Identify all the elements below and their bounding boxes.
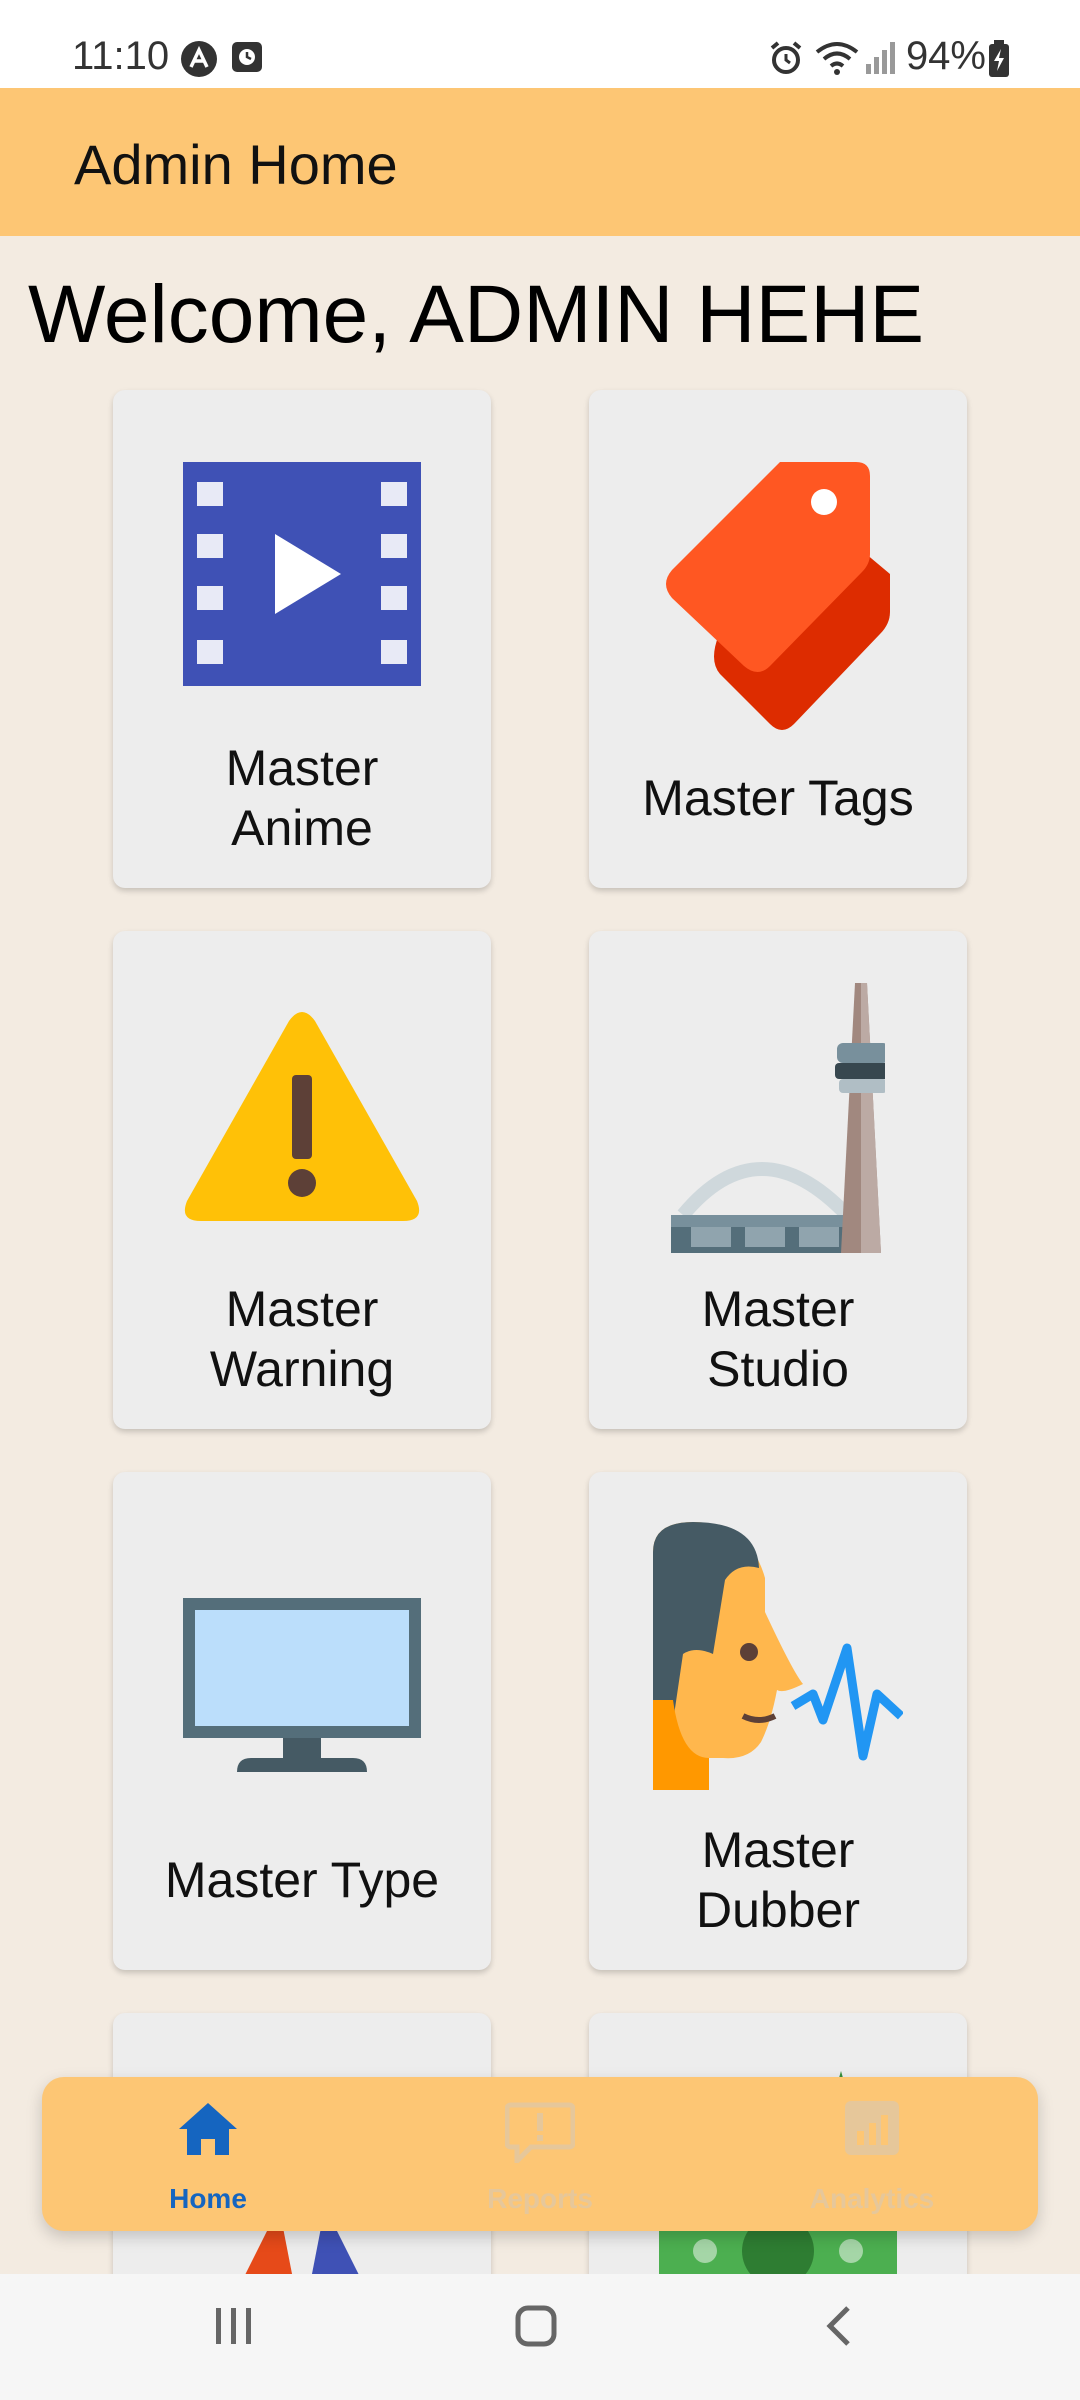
system-navigation-bar xyxy=(0,2274,1080,2400)
film-play-icon xyxy=(183,462,421,686)
alarm-icon xyxy=(770,41,802,74)
recent-apps-icon[interactable] xyxy=(214,2304,254,2348)
nav-reports-label: Reports xyxy=(487,2183,593,2214)
back-icon[interactable] xyxy=(822,2304,854,2348)
master-type-label: Master Type xyxy=(164,1852,440,1908)
nav-home-label: Home xyxy=(169,2183,247,2214)
welcome-heading: Welcome, ADMIN HEHE xyxy=(28,269,925,360)
master-studio-label: Master Studio xyxy=(701,1281,855,1397)
report-icon xyxy=(505,2102,575,2163)
app-bar: Admin Home xyxy=(0,88,1080,236)
clock-app-icon xyxy=(232,42,262,72)
warning-icon xyxy=(184,1012,420,1221)
battery-percent: 94% xyxy=(905,34,986,78)
home-icon xyxy=(179,2103,237,2155)
master-type-card[interactable]: Master Type xyxy=(113,1472,491,1970)
battery-charging-icon xyxy=(989,40,1009,77)
nav-analytics[interactable]: Analytics xyxy=(706,2077,1038,2231)
master-studio-card[interactable]: Master Studio xyxy=(589,931,967,1429)
master-warning-card[interactable]: Master Warning xyxy=(113,931,491,1429)
voice-actor-icon xyxy=(653,1522,903,1790)
master-tags-label: Master Tags xyxy=(642,770,914,826)
wifi-icon xyxy=(815,42,859,75)
stadium-tower-icon xyxy=(671,983,885,1253)
home-button-icon[interactable] xyxy=(514,2304,558,2348)
master-anime-label: Master Anime xyxy=(225,740,379,856)
status-bar: 11:10 94% xyxy=(0,0,1080,88)
status-time: 11:10 xyxy=(72,34,170,78)
analytics-icon xyxy=(845,2101,899,2155)
master-anime-card[interactable]: Master Anime xyxy=(113,390,491,888)
tags-icon xyxy=(666,462,890,730)
master-dubber-card[interactable]: Master Dubber xyxy=(589,1472,967,1970)
signal-icon xyxy=(866,42,895,74)
master-dubber-label: Master Dubber xyxy=(696,1822,860,1938)
bottom-navigation: Home Reports Analytics xyxy=(42,2077,1038,2231)
master-tags-card[interactable]: Master Tags xyxy=(589,390,967,888)
nav-reports[interactable]: Reports xyxy=(374,2077,706,2231)
monitor-icon xyxy=(183,1598,421,1772)
page-title: Admin Home xyxy=(74,133,398,196)
a-logo-icon xyxy=(181,41,217,77)
nav-analytics-label: Analytics xyxy=(809,2183,935,2214)
master-warning-label: Master Warning xyxy=(209,1281,395,1397)
nav-home[interactable]: Home xyxy=(42,2077,374,2231)
